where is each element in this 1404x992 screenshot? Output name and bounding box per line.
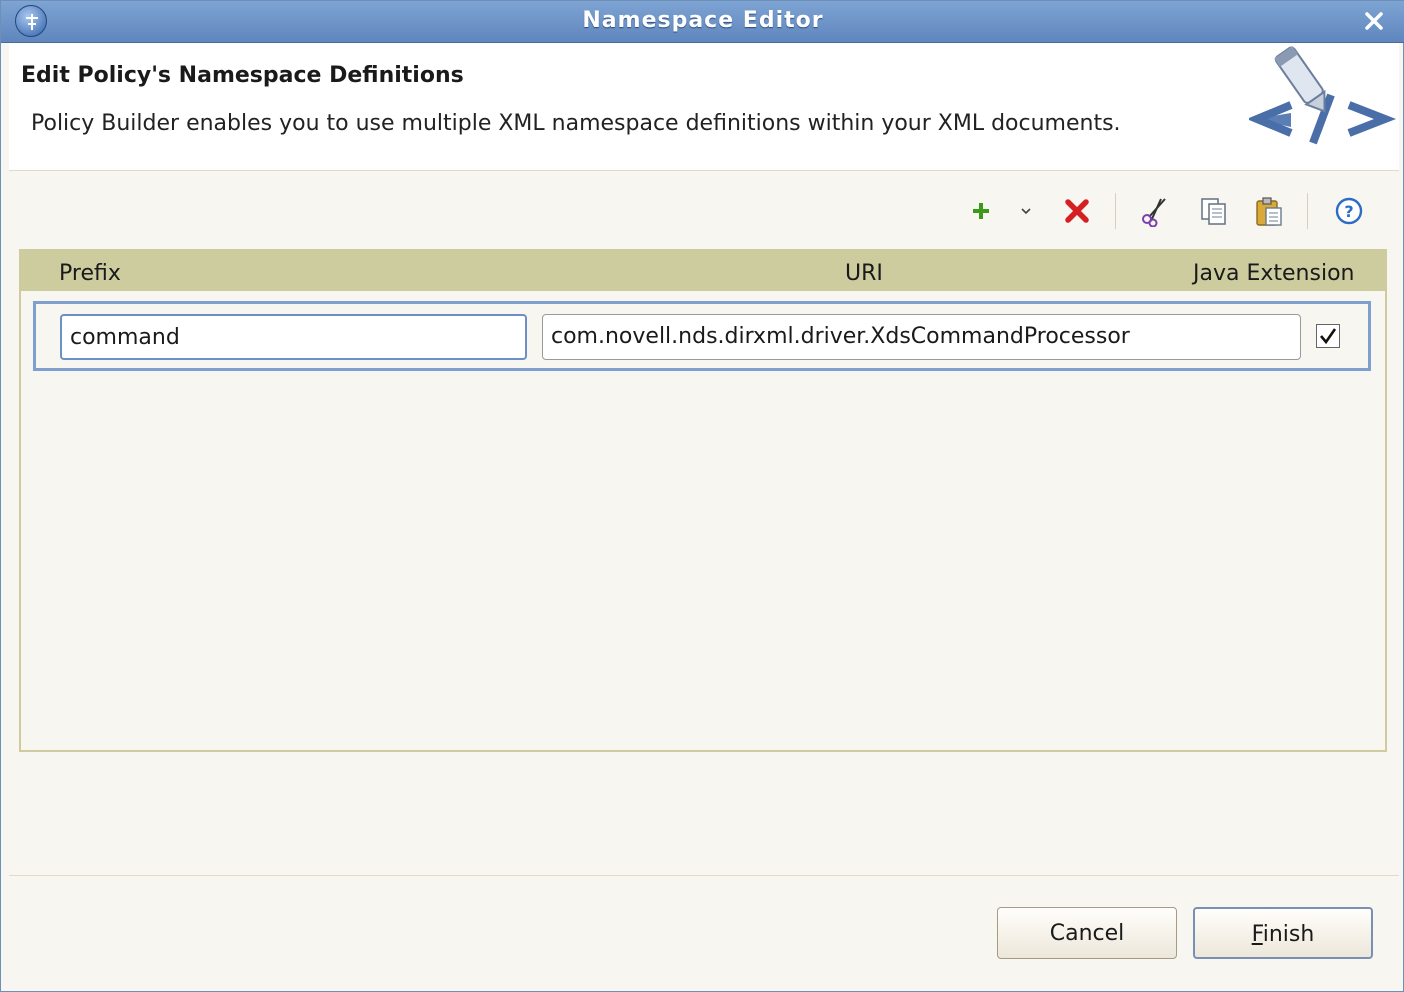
add-icon[interactable] xyxy=(963,191,999,231)
toolbar-separator xyxy=(1307,193,1308,229)
java-extension-checkbox[interactable] xyxy=(1316,324,1340,348)
finish-button[interactable]: Finish xyxy=(1193,907,1373,959)
svg-text:?: ? xyxy=(1344,202,1353,221)
toolbar: ? xyxy=(1,191,1404,231)
column-header-uri[interactable]: URI xyxy=(845,251,883,291)
page-description: Policy Builder enables you to use multip… xyxy=(31,111,1121,136)
uri-input[interactable]: com.novell.nds.dirxml.driver.XdsCommandP… xyxy=(542,314,1301,360)
finish-label: inish xyxy=(1262,922,1315,947)
close-icon[interactable] xyxy=(1361,8,1387,34)
namespace-editor-dialog: Namespace Editor Edit Policy's Namespace… xyxy=(0,0,1404,992)
finish-mnemonic: F xyxy=(1251,922,1263,947)
column-header-java-extension[interactable]: Java Extension xyxy=(1193,251,1354,291)
prefix-input[interactable]: command xyxy=(60,314,527,360)
namespace-table: Prefix URI Java Extension command com.no… xyxy=(19,249,1387,752)
table-row[interactable]: command com.novell.nds.dirxml.driver.Xds… xyxy=(33,301,1371,371)
window-title: Namespace Editor xyxy=(582,8,824,33)
copy-icon[interactable] xyxy=(1195,191,1231,231)
dialog-header: Edit Policy's Namespace Definitions Poli… xyxy=(9,43,1399,171)
dropdown-arrow-icon[interactable] xyxy=(1011,191,1041,231)
title-bar[interactable]: Namespace Editor xyxy=(1,1,1404,43)
toolbar-separator xyxy=(1115,193,1116,229)
divider xyxy=(9,875,1399,876)
cut-icon[interactable] xyxy=(1137,191,1173,231)
xml-pen-icon xyxy=(1246,43,1399,167)
delete-icon[interactable] xyxy=(1059,191,1095,231)
cancel-button[interactable]: Cancel xyxy=(997,907,1177,959)
table-header: Prefix URI Java Extension xyxy=(21,251,1385,291)
help-icon[interactable]: ? xyxy=(1331,191,1367,231)
paste-icon[interactable] xyxy=(1251,191,1287,231)
page-title: Edit Policy's Namespace Definitions xyxy=(21,63,464,88)
column-header-prefix[interactable]: Prefix xyxy=(59,251,121,291)
